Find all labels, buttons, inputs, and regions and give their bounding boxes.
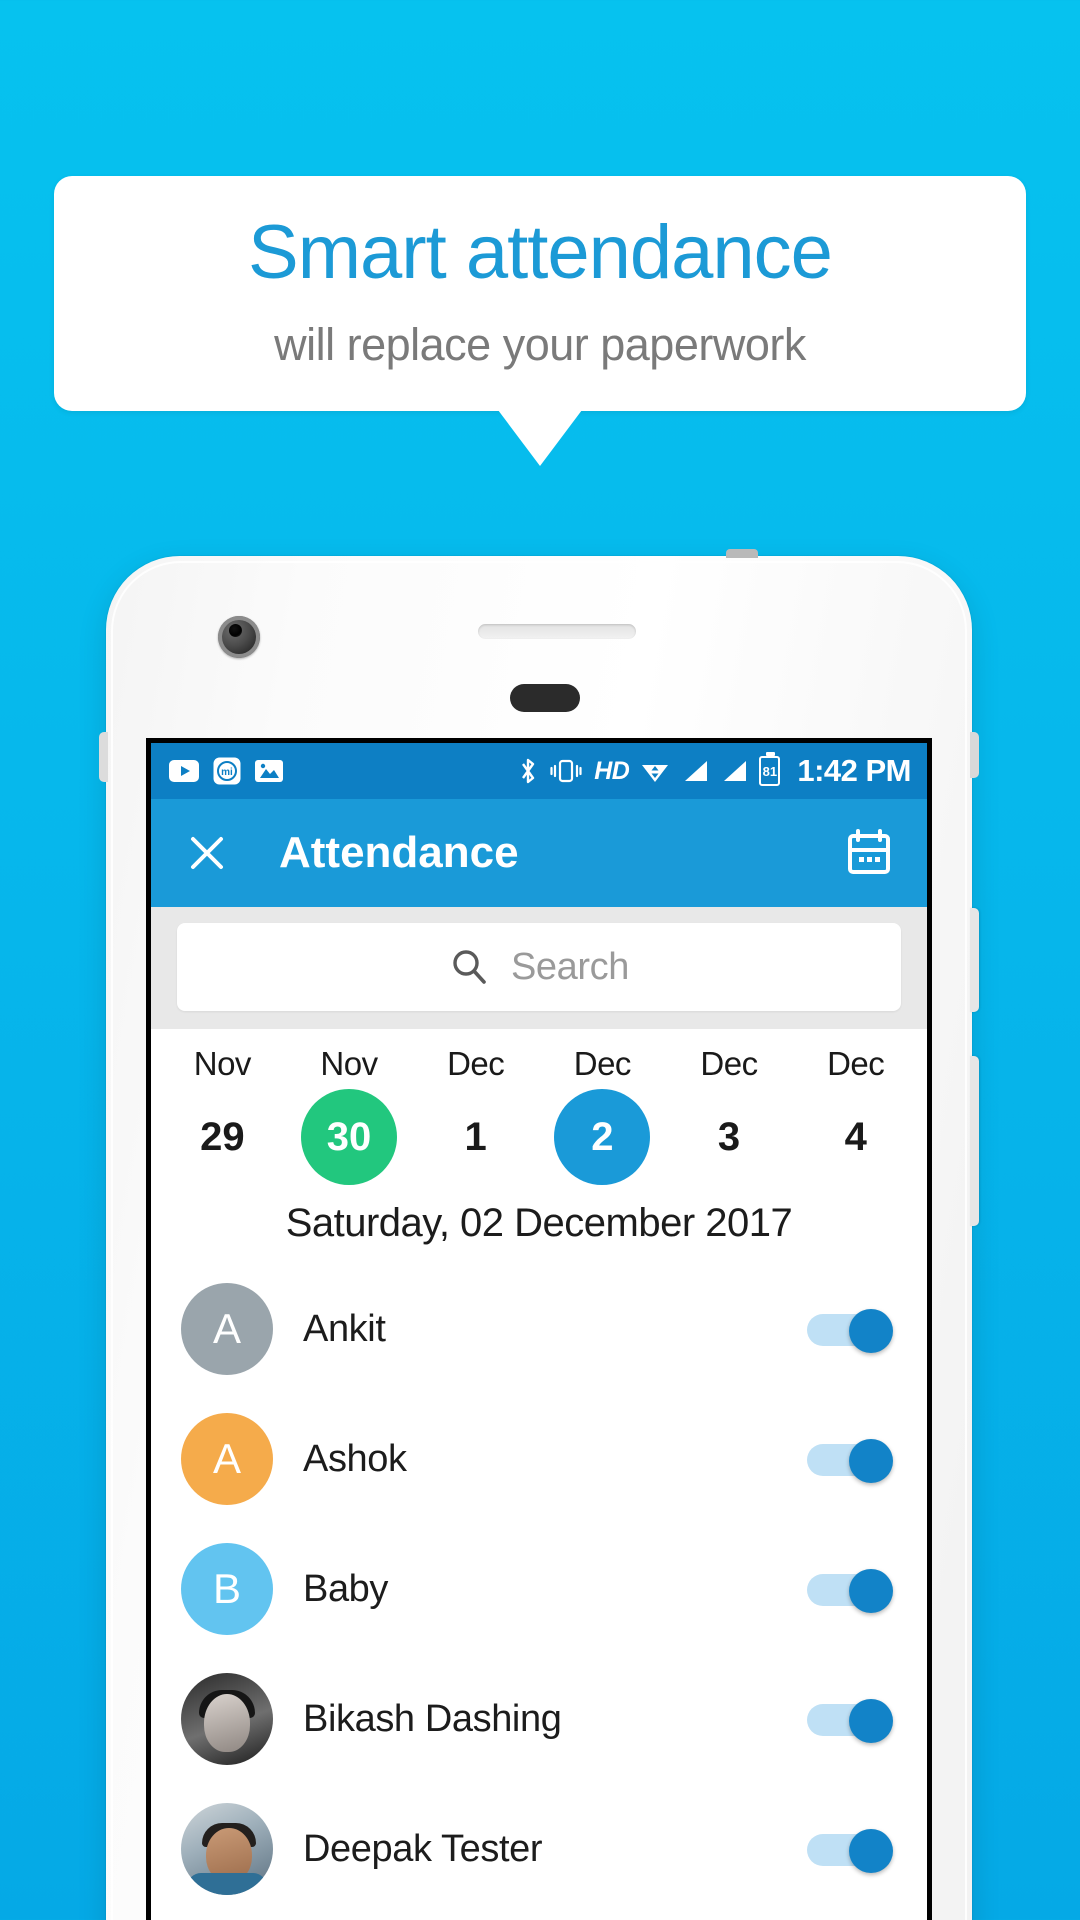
phone-right-nub <box>970 732 979 778</box>
app-bar: Attendance <box>151 799 927 907</box>
earpiece-speaker <box>478 624 636 639</box>
date-cell-2[interactable]: Dec 1 <box>412 1045 539 1185</box>
promo-subtitle: will replace your paperwork <box>274 319 806 371</box>
attendance-toggle[interactable] <box>807 1829 893 1873</box>
phone-volume-button[interactable] <box>970 1056 979 1226</box>
attendance-toggle[interactable] <box>807 1569 893 1613</box>
selected-date-label: Saturday, 02 December 2017 <box>151 1195 927 1264</box>
toggle-thumb <box>849 1439 893 1483</box>
attendance-toggle[interactable] <box>807 1699 893 1743</box>
signal-2-icon <box>724 761 747 781</box>
avatar-initial: A <box>212 1305 241 1352</box>
youtube-icon <box>169 760 199 782</box>
phone-screen: mi HD 81 1:42 PM Attendance Search Nov 2… <box>146 738 932 1920</box>
date-day-number: 1 <box>464 1114 487 1159</box>
date-cell-3[interactable]: Dec 2 <box>539 1045 666 1185</box>
battery-icon: 81 <box>759 752 781 786</box>
close-icon[interactable] <box>185 831 229 875</box>
toggle-thumb <box>849 1569 893 1613</box>
calendar-icon[interactable] <box>845 828 893 878</box>
avatar-initial: B <box>212 1565 241 1612</box>
page-title: Attendance <box>279 828 519 877</box>
attendance-list: A Ankit A Ashok B Baby Bikash Dashing De… <box>151 1264 927 1914</box>
person-name: Deepak Tester <box>303 1827 543 1870</box>
toggle-thumb <box>849 1309 893 1353</box>
date-day-number: 29 <box>200 1114 245 1159</box>
date-month-label: Nov <box>193 1045 252 1082</box>
attendance-toggle[interactable] <box>807 1439 893 1483</box>
person-name: Bikash Dashing <box>303 1697 562 1740</box>
gallery-icon <box>255 760 283 782</box>
date-strip: Nov 29 Nov 30 Dec 1 Dec 2 Dec 3 Dec 4 <box>151 1029 927 1195</box>
person-name: Ashok <box>303 1437 407 1480</box>
date-cell-1[interactable]: Nov 30 <box>286 1045 413 1185</box>
avatar-photo-face <box>204 1693 250 1752</box>
avatar: A <box>181 1283 273 1375</box>
promo-title: Smart attendance <box>248 210 833 295</box>
search-zone: Search <box>151 907 927 1029</box>
phone-top-nub <box>726 549 758 558</box>
phone-mockup: mi HD 81 1:42 PM Attendance Search Nov 2… <box>99 549 979 1920</box>
avatar: B <box>181 1543 273 1635</box>
front-camera-icon <box>218 616 260 658</box>
sensor-strip <box>510 684 580 712</box>
svg-text:mi: mi <box>221 767 233 778</box>
date-month-label: Dec <box>573 1045 632 1082</box>
person-name: Baby <box>303 1567 389 1610</box>
list-item[interactable]: Deepak Tester <box>151 1784 927 1914</box>
date-month-label: Dec <box>447 1045 505 1082</box>
phone-power-button[interactable] <box>970 908 979 1012</box>
date-day-number: 4 <box>844 1114 867 1159</box>
date-month-label: Nov <box>320 1045 378 1082</box>
bluetooth-icon <box>522 758 535 784</box>
date-cell-0[interactable]: Nov 29 <box>159 1045 286 1185</box>
toggle-thumb <box>849 1699 893 1743</box>
date-day-number: 3 <box>717 1114 741 1159</box>
toggle-thumb <box>849 1829 893 1873</box>
avatar-photo-shirt <box>187 1873 267 1895</box>
avatar-initial: A <box>212 1435 241 1482</box>
date-month-label: Dec <box>700 1045 758 1082</box>
promo-bubble-body: Smart attendance will replace your paper… <box>54 176 1026 412</box>
date-cell-5[interactable]: Dec 4 <box>792 1045 919 1185</box>
date-cell-4[interactable]: Dec 3 <box>666 1045 793 1185</box>
date-day-number-today: 30 <box>301 1089 397 1185</box>
avatar-photo <box>181 1673 273 1765</box>
vibrate-icon <box>550 759 582 783</box>
date-day-number-selected: 2 <box>554 1089 651 1185</box>
list-item[interactable]: B Baby <box>151 1524 927 1654</box>
promo-bubble-tail <box>498 410 582 467</box>
wifi-icon <box>642 765 669 782</box>
attendance-toggle[interactable] <box>807 1309 893 1353</box>
date-month-label: Dec <box>827 1045 885 1082</box>
phone-left-nub <box>99 732 108 782</box>
battery-level-label: 81 <box>762 763 778 779</box>
list-item[interactable]: A Ashok <box>151 1394 927 1524</box>
status-bar-notifications: mi <box>169 757 283 785</box>
search-placeholder: Search <box>510 945 629 988</box>
search-icon <box>453 950 486 984</box>
avatar: A <box>181 1413 273 1505</box>
signal-1-icon <box>685 761 708 781</box>
list-item[interactable]: A Ankit <box>151 1264 927 1394</box>
person-name: Ankit <box>303 1307 386 1350</box>
mi-app-icon: mi <box>213 757 241 785</box>
search-input[interactable]: Search <box>177 923 901 1011</box>
list-item[interactable]: Bikash Dashing <box>151 1654 927 1784</box>
status-bar-system-icons: HD 81 1:42 PM <box>518 752 911 789</box>
hd-icon: HD <box>594 756 630 785</box>
avatar-photo <box>181 1803 273 1895</box>
status-bar: mi HD 81 1:42 PM <box>151 743 927 799</box>
status-bar-clock: 1:42 PM <box>797 753 911 788</box>
promo-bubble: Smart attendance will replace your paper… <box>54 176 1026 467</box>
